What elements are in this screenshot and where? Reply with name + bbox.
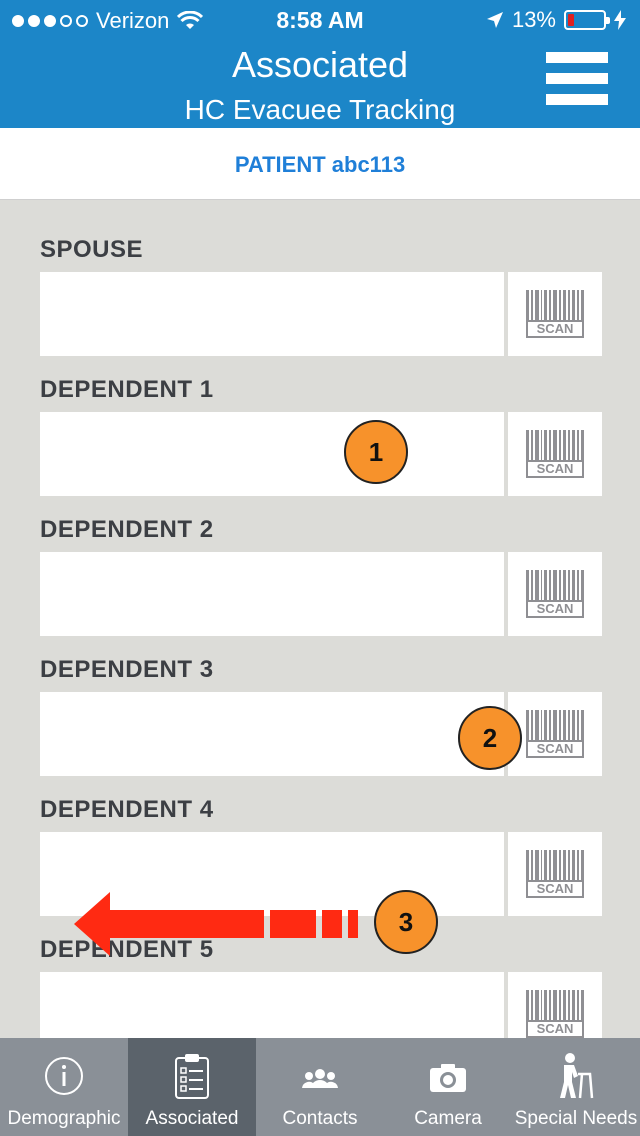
- scan-button[interactable]: SCAN: [508, 692, 602, 776]
- annotation-marker-3: 3: [374, 890, 438, 954]
- camera-icon: [430, 1064, 466, 1092]
- field-dependent-2: DEPENDENT 2 SCAN: [40, 512, 604, 652]
- charging-bolt-icon: [614, 10, 626, 30]
- field-dependent-1: DEPENDENT 1 SCAN: [40, 372, 604, 512]
- annotation-marker-2: 2: [458, 706, 522, 770]
- app-header: Verizon 8:58 AM 13% Associated HC Evacue…: [0, 0, 640, 128]
- field-spouse: SPOUSE SCAN: [40, 232, 604, 372]
- dependent-3-input[interactable]: [40, 692, 504, 776]
- tab-camera[interactable]: Camera: [384, 1038, 512, 1136]
- field-label: SPOUSE: [40, 236, 144, 263]
- tab-contacts[interactable]: Contacts: [256, 1038, 384, 1136]
- barcode-scan-icon: SCAN: [526, 710, 584, 758]
- barcode-scan-icon: SCAN: [526, 430, 584, 478]
- people-group-icon: [302, 1069, 338, 1088]
- swipe-left-arrow-icon: [74, 892, 358, 956]
- battery-icon: [564, 10, 610, 30]
- location-arrow-icon: [486, 12, 503, 28]
- field-dependent-3: DEPENDENT 3 SCAN: [40, 652, 604, 792]
- info-icon: [45, 1057, 83, 1095]
- tab-demographic[interactable]: Demographic: [0, 1038, 128, 1136]
- scan-button[interactable]: SCAN: [508, 552, 602, 636]
- annotation-marker-1: 1: [344, 420, 408, 484]
- clipboard-checklist-icon: [175, 1054, 209, 1099]
- barcode-scan-icon: SCAN: [526, 290, 584, 338]
- status-bar: Verizon 8:58 AM 13%: [0, 0, 640, 40]
- spouse-input[interactable]: [40, 272, 504, 356]
- dependent-2-input[interactable]: [40, 552, 504, 636]
- field-label: DEPENDENT 2: [40, 516, 214, 543]
- field-label: DEPENDENT 3: [40, 656, 214, 683]
- patient-id-link[interactable]: PATIENT abc113: [235, 152, 405, 177]
- page-subtitle: HC Evacuee Tracking: [184, 94, 456, 125]
- field-label: DEPENDENT 1: [40, 376, 214, 403]
- scan-button[interactable]: SCAN: [508, 832, 602, 916]
- patient-bar: PATIENT abc113: [0, 128, 640, 200]
- hamburger-menu-icon[interactable]: [546, 52, 608, 114]
- dependent-1-input[interactable]: [40, 412, 504, 496]
- field-label: DEPENDENT 4: [40, 796, 214, 823]
- scan-button[interactable]: SCAN: [508, 412, 602, 496]
- battery-percent: 13%: [511, 7, 556, 32]
- barcode-scan-icon: SCAN: [526, 990, 584, 1038]
- page-title: Associated: [231, 44, 409, 85]
- walker-person-icon: [560, 1053, 594, 1099]
- bottom-tab-bar: Demographic Associated Contacts Camera S…: [0, 1038, 640, 1136]
- barcode-scan-icon: SCAN: [526, 570, 584, 618]
- tab-associated[interactable]: Associated: [128, 1038, 256, 1136]
- scan-button[interactable]: SCAN: [508, 272, 602, 356]
- barcode-scan-icon: SCAN: [526, 850, 584, 898]
- tab-special-needs[interactable]: Special Needs: [512, 1038, 640, 1136]
